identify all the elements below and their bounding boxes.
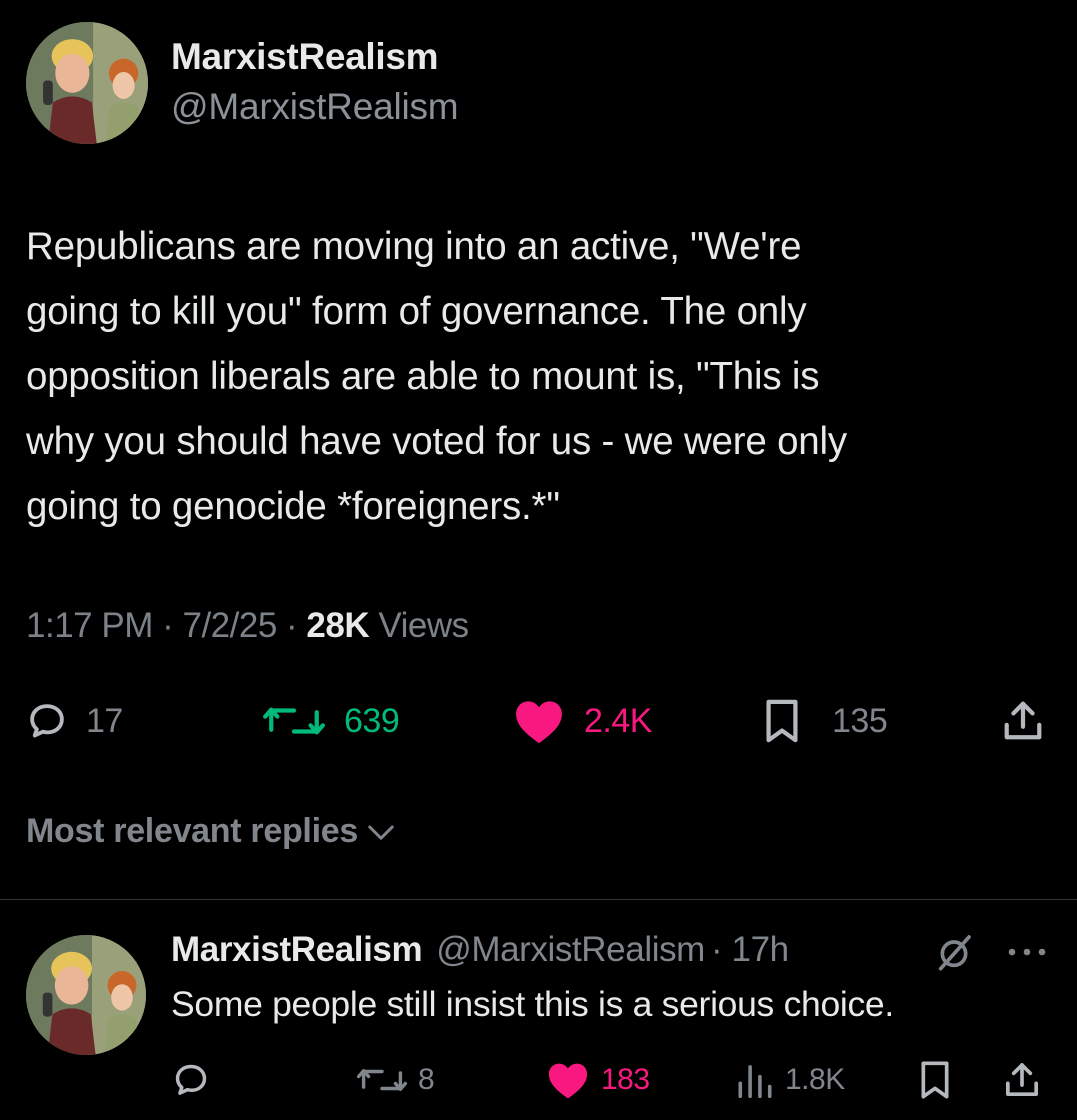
repost-icon — [356, 1069, 408, 1091]
avatar-illustration — [26, 22, 148, 144]
grok-icon — [938, 935, 971, 971]
reply-age: · 17h — [710, 930, 789, 969]
reply-author-handle[interactable]: @MarxistRealism — [436, 930, 705, 970]
tweet-text: Republicans are moving into an active, "… — [26, 225, 847, 528]
reply-author-name[interactable]: MarxistRealism — [171, 930, 423, 970]
grok-button[interactable] — [934, 932, 974, 977]
avatar[interactable] — [26, 22, 148, 144]
avatar-illustration — [26, 935, 146, 1055]
share-icon — [1004, 701, 1042, 740]
reply-avatar[interactable] — [26, 935, 146, 1055]
views-icon — [738, 1065, 772, 1098]
reply-like-count: 183 — [601, 1063, 650, 1096]
share-icon — [1006, 1063, 1038, 1096]
replies-sort-dropdown[interactable]: Most relevant replies — [26, 812, 396, 851]
chevron-down-icon — [368, 825, 394, 840]
author-name[interactable]: MarxistRealism — [171, 36, 439, 78]
bookmark-icon — [766, 699, 798, 743]
reply-bookmark-button[interactable] — [918, 1058, 952, 1102]
author-handle[interactable]: @MarxistRealism — [171, 86, 459, 128]
repost-button[interactable]: 639 — [262, 696, 400, 746]
reply-share-button[interactable] — [1002, 1058, 1042, 1102]
reply-reply-button[interactable] — [172, 1058, 210, 1102]
bookmark-icon — [921, 1061, 949, 1099]
bookmark-count: 135 — [832, 701, 888, 740]
repost-count: 639 — [344, 701, 400, 740]
reply-count: 17 — [86, 701, 123, 740]
reply-header: MarxistRealism @MarxistRealism · 17h — [171, 930, 789, 970]
meta-separator: · — [286, 606, 298, 645]
reply-like-button[interactable]: 183 — [545, 1058, 650, 1102]
heart-icon — [516, 701, 562, 744]
share-button[interactable] — [1000, 696, 1046, 746]
reply-repost-count: 8 — [418, 1063, 435, 1096]
repost-icon — [263, 707, 325, 735]
more-button[interactable] — [1006, 944, 1048, 965]
more-icon — [1008, 948, 1046, 956]
reply-icon — [30, 704, 64, 738]
tweet-time[interactable]: 1:17 PM — [26, 606, 153, 645]
tweet-meta: 1:17 PM · 7/2/25 · 28K Views — [26, 606, 469, 646]
bookmark-button[interactable]: 135 — [762, 696, 888, 746]
like-count: 2.4K — [584, 701, 652, 740]
views-count: 28K — [306, 606, 370, 645]
reply-repost-button[interactable]: 8 — [356, 1058, 435, 1102]
reply-views-count: 1.8K — [785, 1063, 845, 1096]
views-label: Views — [378, 606, 469, 645]
replies-sort-label: Most relevant replies — [26, 812, 358, 850]
reply-icon — [175, 1064, 207, 1095]
heart-icon — [548, 1063, 588, 1099]
like-button[interactable]: 2.4K — [512, 696, 652, 746]
divider — [0, 899, 1077, 900]
tweet-date[interactable]: 7/2/25 — [182, 606, 277, 645]
reply-views-button[interactable]: 1.8K — [735, 1058, 845, 1102]
meta-separator: · — [162, 606, 174, 645]
reply-text: Some people still insist this is a serio… — [171, 984, 894, 1024]
reply-button[interactable]: 17 — [26, 696, 123, 746]
